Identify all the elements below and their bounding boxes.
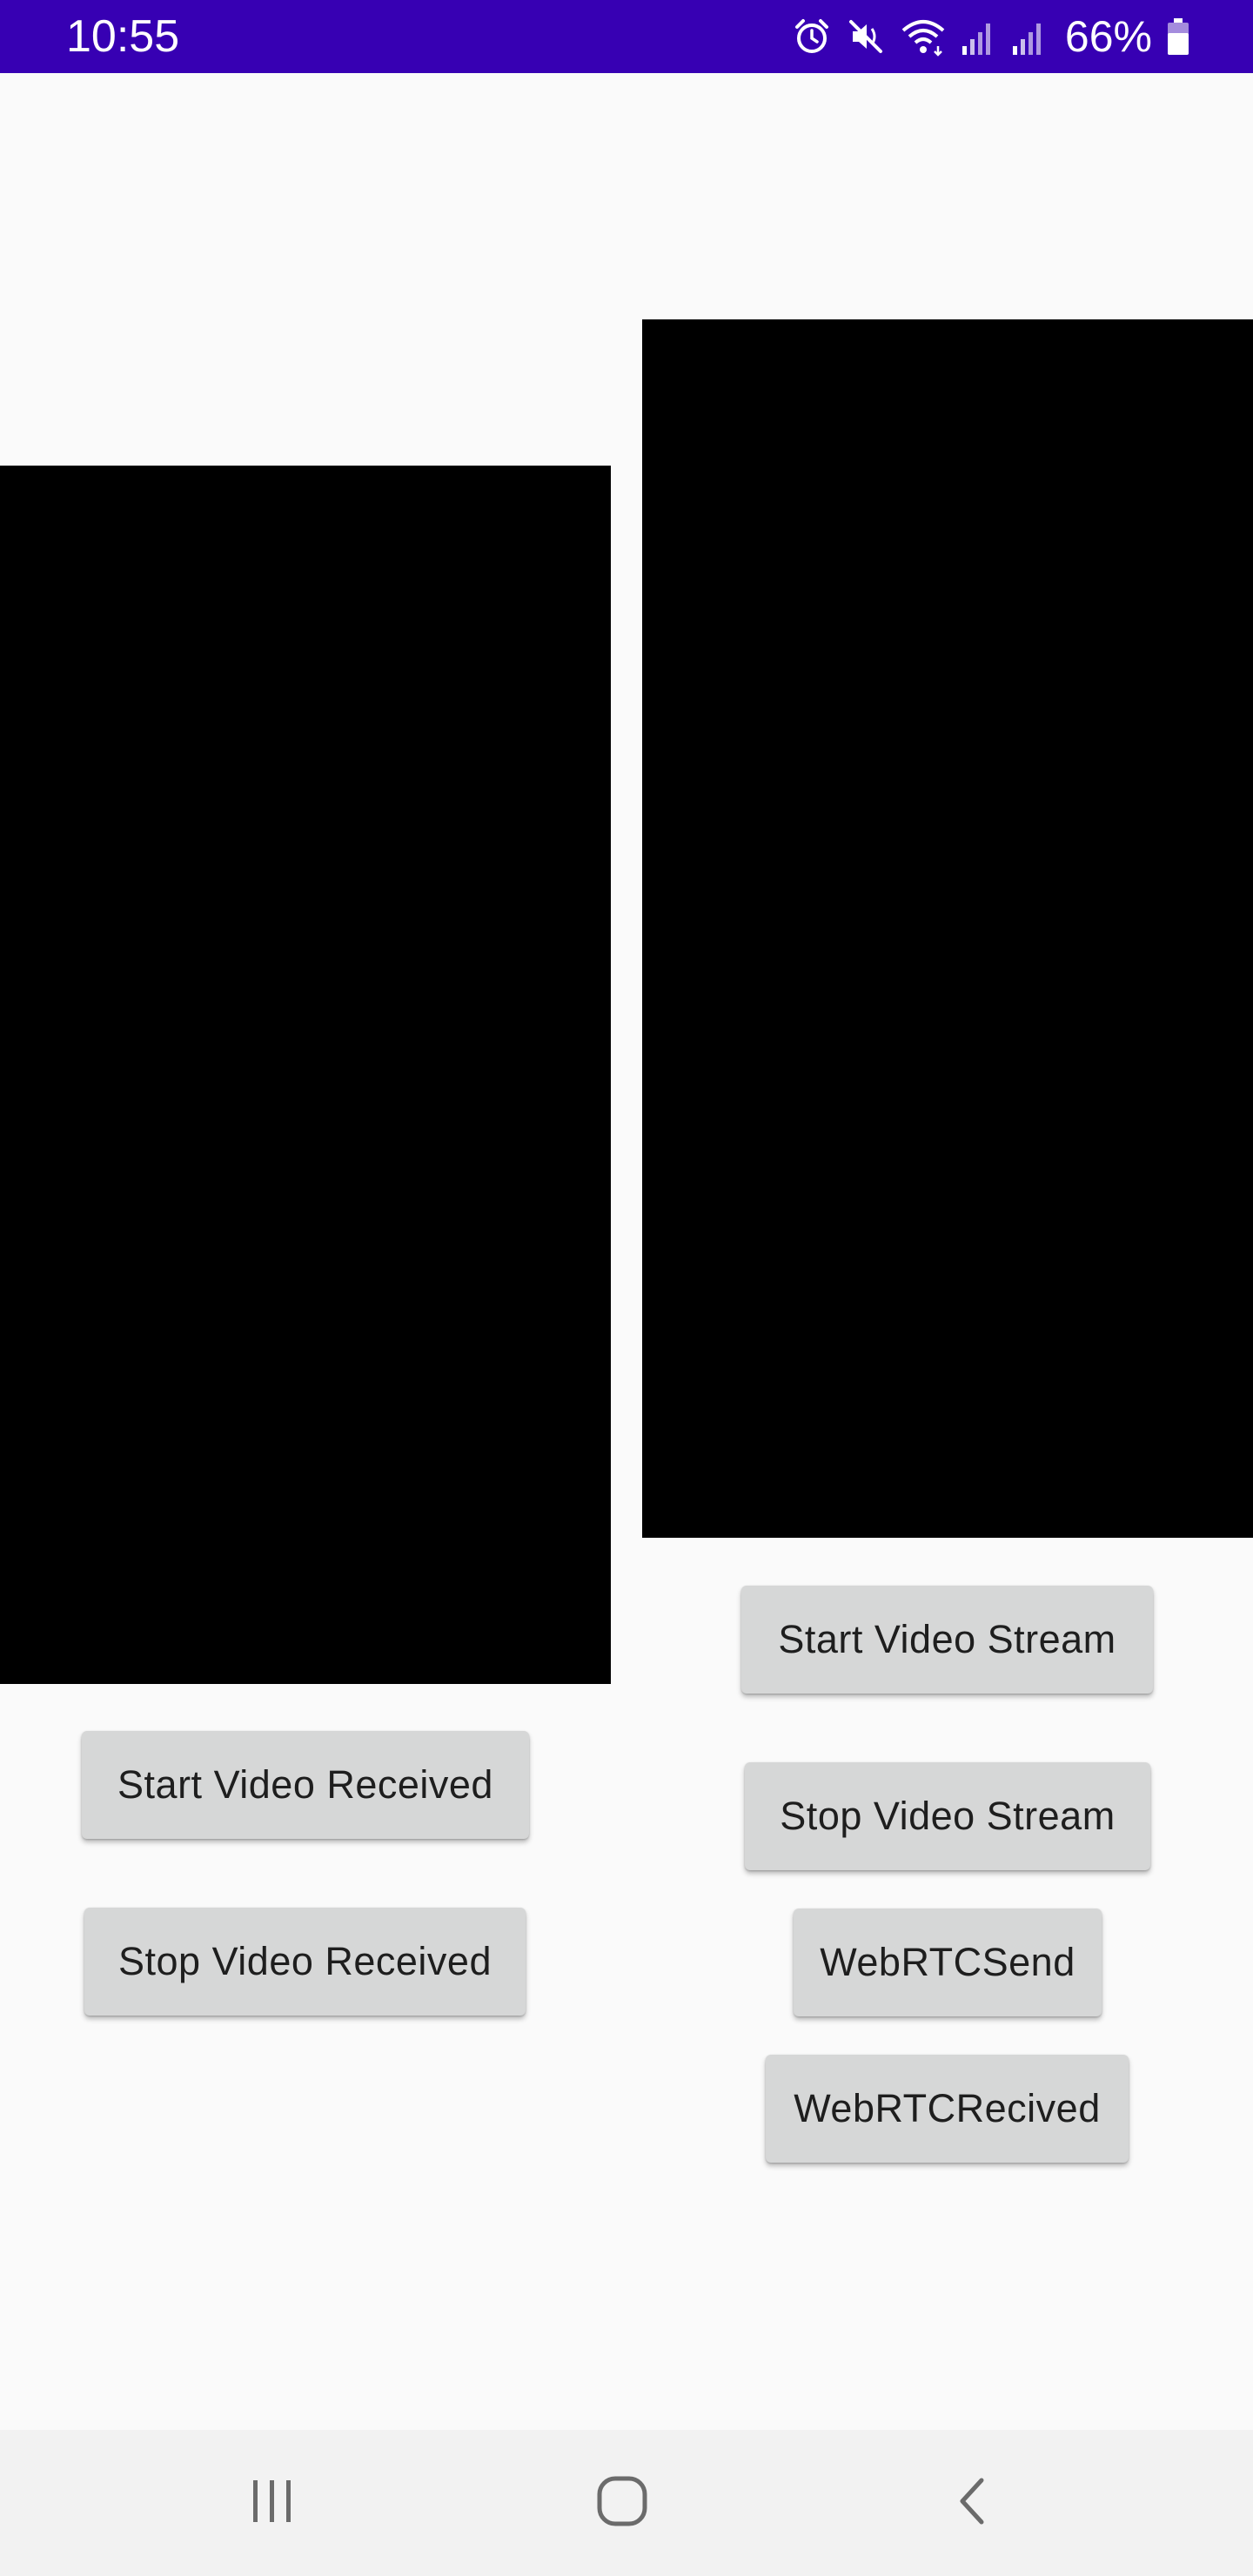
start-video-received-button[interactable]: Start Video Received [82,1731,529,1839]
signal-icon [1011,17,1048,57]
video-stream-view [642,319,1253,1538]
back-icon [947,2475,999,2532]
signal-icon [961,17,997,57]
home-icon [594,2473,650,2533]
recent-apps-icon [246,2475,298,2532]
alarm-icon [792,17,832,57]
stop-video-received-button[interactable]: Stop Video Received [84,1908,526,2016]
back-button[interactable] [886,2430,1060,2576]
wifi-icon [900,17,947,57]
webrtc-send-button[interactable]: WebRTCSend [794,1909,1102,2016]
navigation-bar [0,2430,1253,2576]
home-button[interactable] [535,2430,709,2576]
app-screen: 10:55 66% Start Video Received Stop Vide… [0,0,1253,2576]
webrtc-received-button[interactable]: WebRTCRecived [766,2055,1129,2163]
video-received-view [0,466,611,1684]
start-video-stream-button[interactable]: Start Video Stream [741,1586,1153,1694]
recent-apps-button[interactable] [185,2430,359,2576]
status-icons: 66% [792,12,1190,61]
status-bar: 10:55 66% [0,0,1253,73]
battery-percent: 66% [1064,12,1152,61]
stop-video-stream-button[interactable]: Stop Video Stream [745,1762,1150,1870]
status-time: 10:55 [66,11,180,62]
battery-icon [1166,17,1190,57]
mute-icon [846,17,886,57]
